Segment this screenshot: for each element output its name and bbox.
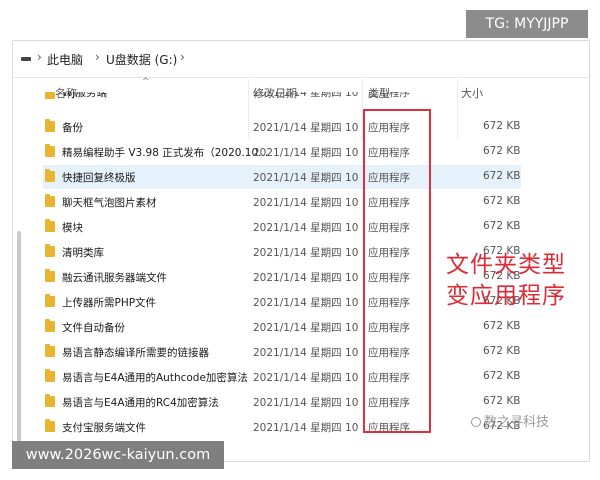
file-name: 易语言静态编译所需要的链接器 — [62, 347, 209, 359]
folder-icon — [45, 144, 55, 157]
folder-icon — [45, 294, 55, 307]
folder-icon — [45, 319, 55, 332]
file-name: 清明类库 — [62, 247, 104, 259]
file-date: 2021/1/14 星期四 10:... — [253, 297, 359, 309]
file-date: 2021/1/14 星期四 10:... — [253, 272, 359, 284]
file-date: 2021/1/14 星期四 10:... — [253, 247, 359, 259]
watermark-logo-icon — [471, 417, 481, 427]
file-size: 672 KB — [483, 345, 521, 357]
folder-icon — [45, 219, 55, 232]
file-date: 2021/1/14 星期四 10:... — [253, 92, 359, 99]
folder-icon — [45, 194, 55, 207]
file-date: 2021/1/14 星期四 10:... — [253, 347, 359, 359]
annotation-text-line2: 变应用程序 — [446, 283, 566, 309]
list-item[interactable]: 易语言静态编译所需要的链接器2021/1/14 星期四 10:...应用程序67… — [43, 340, 521, 364]
file-size: 672 KB — [483, 320, 521, 332]
file-name: 备份 — [62, 122, 83, 134]
file-name: 上传器所需PHP文件 — [62, 297, 157, 309]
file-date: 2021/1/14 星期四 10:... — [253, 122, 359, 134]
file-date: 2021/1/14 星期四 10:... — [253, 372, 359, 384]
list-item[interactable]: 精易编程助手 V3.98 正式发布（2020.10... 2021/1/14 星期… — [43, 140, 521, 164]
folder-icon — [45, 169, 55, 182]
folder-icon — [45, 92, 55, 99]
file-date: 2021/1/14 星期四 10:... — [253, 322, 359, 334]
file-date: 2021/1/14 星期四 10:... — [253, 197, 359, 209]
list-item[interactable]: 文件自动备份2021/1/14 星期四 10:...应用程序672 KB — [43, 315, 521, 339]
folder-icon — [45, 394, 55, 407]
list-item[interactable]: 聊天框气泡图片素材2021/1/14 星期四 10:...应用程序672 KB — [43, 190, 521, 214]
folder-icon — [45, 244, 55, 257]
list-item[interactable]: 快捷回复终极版2021/1/14 星期四 10:...应用程序672 KB — [43, 165, 521, 189]
file-type: 应用程序 — [368, 92, 410, 99]
file-name: 易语言与E4A通用的Authcode加密算法 — [62, 372, 248, 384]
folder-icon — [45, 344, 55, 357]
scrollbar-thumb[interactable] — [17, 231, 21, 453]
list-item-partial[interactable]: WJ服务端 2021/1/14 星期四 10:... 应用程序 — [43, 92, 521, 106]
file-date: 2021/1/14 星期四 10:... — [253, 222, 359, 234]
file-date: 2021/1/14 星期四 10:... — [253, 147, 359, 159]
url-watermark-label: www.2026wc-kaiyun.com — [12, 441, 224, 469]
file-size: 672 KB — [483, 370, 521, 382]
file-size: 672 KB — [483, 195, 521, 207]
folder-icon — [45, 269, 55, 282]
file-name: 模块 — [62, 222, 83, 234]
tg-watermark-label: TG: MYYJJPP — [466, 10, 588, 38]
list-item[interactable]: 易语言与E4A通用的RC4加密算法2021/1/14 星期四 10:...应用程… — [43, 390, 521, 414]
file-size: 672 KB — [483, 170, 521, 182]
file-name: 支付宝服务端文件 — [62, 422, 146, 434]
watermark-text: 数之寻科技 — [484, 415, 550, 430]
annotation-text-line1: 文件夹类型 — [446, 252, 566, 278]
file-size: 672 KB — [483, 120, 521, 132]
file-name: 融云通讯服务器端文件 — [62, 272, 167, 284]
file-name: 快捷回复终极版 — [62, 172, 136, 184]
file-name: 聊天框气泡图片素材 — [62, 197, 157, 209]
file-name: WJ服务端 — [62, 92, 107, 99]
file-name: 文件自动备份 — [62, 322, 125, 334]
highlight-box — [363, 109, 431, 433]
file-size: 672 KB — [483, 220, 521, 232]
list-item[interactable]: 模块2021/1/14 星期四 10:...应用程序672 KB — [43, 215, 521, 239]
folder-icon — [45, 419, 55, 432]
file-name: 易语言与E4A通用的RC4加密算法 — [62, 397, 219, 409]
file-date: 2021/1/14 星期四 10:... — [253, 172, 359, 184]
source-watermark: 数之寻科技 — [471, 411, 549, 430]
file-date: 2021/1/14 星期四 10:... — [253, 422, 359, 434]
folder-icon — [45, 119, 55, 132]
list-item[interactable]: 易语言与E4A通用的Authcode加密算法 2021/1/14 星期四 10:.… — [43, 365, 521, 389]
folder-icon — [45, 369, 55, 382]
file-size: 672 KB — [483, 145, 521, 157]
list-item[interactable]: 支付宝服务端文件2021/1/14 星期四 10:...应用程序672 KB — [43, 415, 521, 439]
list-item[interactable]: 备份2021/1/14 星期四 10:...应用程序672 KB — [43, 115, 521, 139]
file-date: 2021/1/14 星期四 10:... — [253, 397, 359, 409]
file-size: 672 KB — [483, 395, 521, 407]
file-name: 精易编程助手 V3.98 正式发布（2020.10... — [62, 147, 269, 159]
